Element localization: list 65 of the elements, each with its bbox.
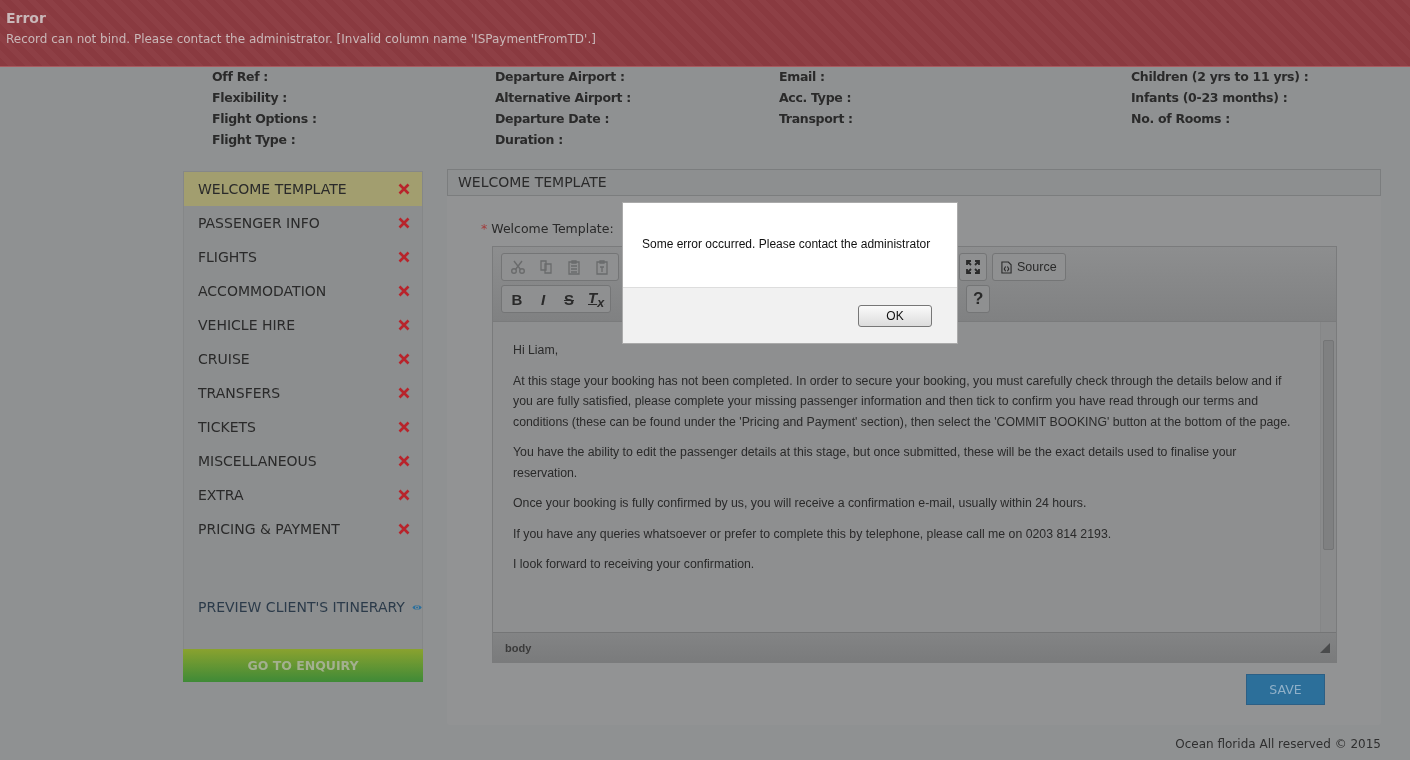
field-label: Duration : (495, 132, 564, 148)
close-icon[interactable] (398, 217, 410, 229)
sidebar-item[interactable]: FLIGHTS (184, 240, 422, 274)
field-label: Welcome Template: (491, 221, 614, 236)
close-icon[interactable] (398, 183, 410, 195)
format-button[interactable]: S (562, 290, 576, 308)
close-icon[interactable] (398, 489, 410, 501)
sidebar-item[interactable]: ACCOMMODATION (184, 274, 422, 308)
editor-paragraph: Once your booking is fully confirmed by us, you will receive a confirmation e-mail, usually within 24 hours. (513, 495, 1088, 512)
field-label: Departure Date : (495, 111, 611, 127)
sidebar-item[interactable]: PASSENGER INFO (184, 206, 422, 240)
sidebar-item[interactable]: WELCOME TEMPLATE (184, 172, 422, 206)
editor-paragraph: At this stage your booking has not been completed. In order to secure your booking, you must carefully check through the details below and if you are fully satisfied, please complete your missing passenger information and then tick to confirm you have read through our terms and conditions (these can be found under the 'Pricing and Payment' section), then select the 'COMMIT BOOKING' button at the bottom of the page. (513, 372, 1292, 431)
editor-paragraph: Hi Liam, (513, 342, 560, 359)
document-icon (1001, 260, 1012, 274)
scrollbar[interactable] (1320, 322, 1336, 632)
close-icon[interactable] (398, 319, 410, 331)
close-icon[interactable] (398, 251, 410, 263)
copyright-text: Ocean florida All reserved © 2015 (1174, 737, 1381, 751)
close-icon[interactable] (398, 353, 410, 365)
field-label: Flight Type : (212, 132, 297, 148)
field-label: Acc. Type : (779, 90, 853, 106)
field-label: Children (2 yrs to 11 yrs) : (1131, 69, 1309, 85)
field-label: Transport : (779, 111, 854, 127)
field-label: Flexibility : (212, 90, 289, 106)
format-button[interactable]: B (510, 290, 524, 308)
cut-icon[interactable] (510, 259, 526, 275)
close-icon[interactable] (398, 455, 410, 467)
close-icon[interactable] (398, 285, 410, 297)
error-title: Error (6, 10, 47, 26)
field-label: Infants (0-23 months) : (1131, 90, 1289, 106)
editor-paragraph: I look forward to receiving your confirmation. (513, 556, 756, 573)
sidebar-item[interactable]: PRICING & PAYMENT (184, 512, 422, 546)
sidebar-item[interactable]: TICKETS (184, 410, 422, 444)
editor-paragraph: You have the ability to edit the passenger details at this stage, but once submitted, these will be the exact details used to finalise your reservation. (513, 444, 1238, 482)
field-label: Off Ref : (212, 69, 270, 85)
panel-title: WELCOME TEMPLATE (447, 169, 1381, 196)
sidebar-item[interactable]: EXTRA (184, 478, 422, 512)
editor-paragraph: If you have any queries whatsoever or prefer to complete this by telephone, please call me on 0203 814 2193. (513, 525, 1113, 543)
field-label: Flight Options : (212, 111, 318, 127)
ok-button[interactable]: OK (858, 304, 932, 327)
close-icon[interactable] (398, 387, 410, 399)
source-button[interactable]: Source (992, 253, 1066, 281)
required-mark: * (481, 221, 488, 236)
field-label: Email : (779, 69, 826, 85)
copy-icon[interactable] (538, 259, 554, 275)
error-message: Record can not bind. Please contact the administrator. [Invalid column name 'ISPaymentFromTD'.] (6, 32, 597, 46)
resize-grip-icon[interactable] (1320, 642, 1330, 653)
sidebar-item[interactable]: CRUISE (184, 342, 422, 376)
field-label: No. of Rooms : (1131, 111, 1231, 127)
paste-icon[interactable] (594, 259, 610, 275)
save-button[interactable]: SAVE (1246, 674, 1325, 705)
close-icon[interactable] (398, 421, 410, 433)
field-label: Departure Airport : (495, 69, 626, 85)
preview-link[interactable]: PREVIEW CLIENT'S ITINERARY (198, 599, 405, 615)
maximize-icon[interactable] (965, 259, 981, 275)
sidebar-item[interactable]: MISCELLANEOUS (184, 444, 422, 478)
sidebar-item[interactable]: VEHICLE HIRE (184, 308, 422, 342)
help-button[interactable]: ? (966, 285, 991, 313)
sidebar-item[interactable]: TRANSFERS (184, 376, 422, 410)
element-path[interactable]: body (505, 641, 532, 654)
field-label: Alternative Airport : (495, 90, 632, 106)
format-button[interactable]: I (536, 290, 550, 308)
paste-icon[interactable] (566, 259, 582, 275)
close-icon[interactable] (398, 523, 410, 535)
